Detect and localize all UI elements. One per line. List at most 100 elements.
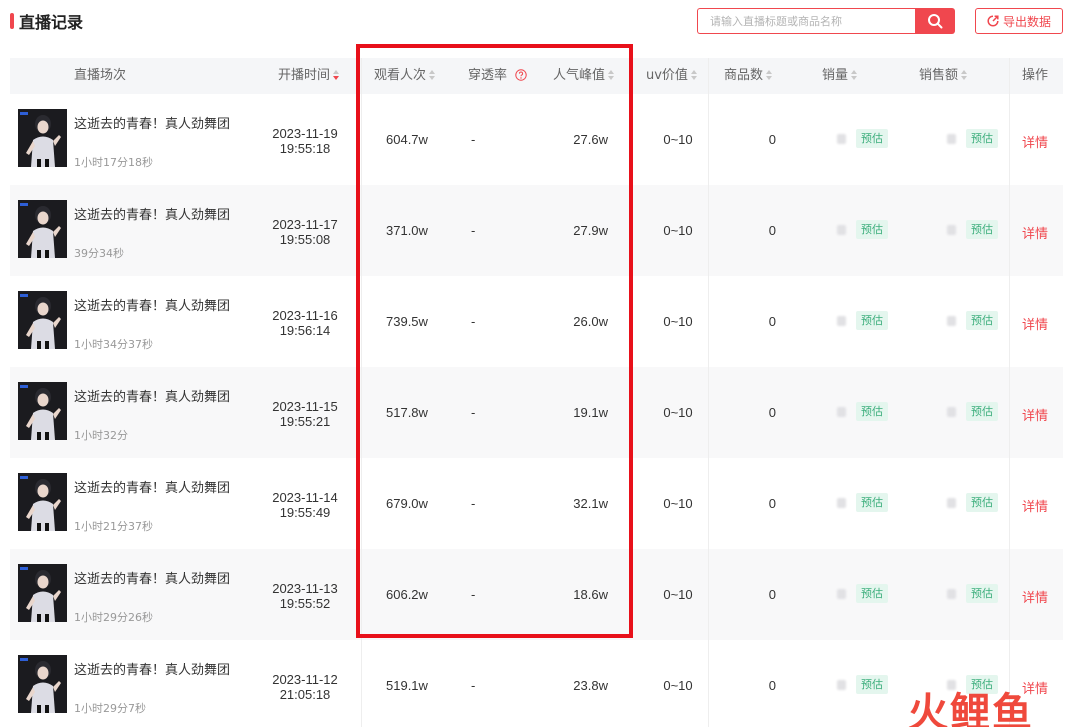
estimate-tag: 预估 — [966, 311, 998, 330]
views-value: 739.5w — [386, 314, 428, 329]
product-count: 0 — [768, 314, 776, 329]
stream-title[interactable]: 这逝去的青春！真人劲舞团 — [74, 295, 230, 314]
header-revenue[interactable]: 销售额 — [919, 58, 968, 94]
stream-thumbnail[interactable] — [18, 382, 67, 440]
start-date: 2023-11-16 — [272, 308, 338, 323]
table-header: 直播场次 开播时间 观看人次 穿透率 人气峰值 uv价值 商品数 销量 销售额 … — [10, 58, 1063, 94]
estimate-tag: 预估 — [966, 220, 998, 239]
stream-duration: 1小时32分 — [74, 429, 128, 442]
sort-icon — [333, 69, 340, 80]
estimate-tag: 预估 — [966, 493, 998, 512]
blurred-value — [947, 224, 956, 235]
stream-duration: 39分34秒 — [74, 247, 124, 260]
estimate-tag: 预估 — [966, 129, 998, 148]
search-button[interactable] — [915, 8, 955, 34]
blurred-value — [837, 497, 846, 508]
detail-link[interactable]: 详情 — [1022, 132, 1048, 151]
header-uv[interactable]: uv价值 — [646, 58, 698, 94]
header-start-time[interactable]: 开播时间 — [278, 58, 340, 94]
estimate-tag: 预估 — [966, 402, 998, 421]
stream-thumbnail[interactable] — [18, 109, 67, 167]
start-date: 2023-11-12 — [272, 672, 338, 687]
stream-title[interactable]: 这逝去的青春！真人劲舞团 — [74, 386, 230, 405]
search-icon — [928, 14, 943, 29]
sort-icon — [690, 69, 698, 80]
export-icon — [987, 15, 999, 27]
estimate-tag: 预估 — [966, 584, 998, 603]
performer-figure — [18, 291, 67, 349]
performer-figure — [18, 200, 67, 258]
start-clock: 19:55:18 — [279, 141, 331, 156]
stream-duration: 1小时21分37秒 — [74, 520, 153, 533]
stream-thumbnail[interactable] — [18, 564, 67, 622]
estimate-tag: 预估 — [856, 220, 888, 239]
detail-link[interactable]: 详情 — [1022, 223, 1048, 242]
detail-link[interactable]: 详情 — [1022, 587, 1048, 606]
start-clock: 19:55:21 — [279, 414, 331, 429]
search-box — [697, 8, 955, 34]
product-count: 0 — [768, 496, 776, 511]
detail-link[interactable]: 详情 — [1022, 496, 1048, 515]
product-count: 0 — [768, 405, 776, 420]
blurred-value — [837, 588, 846, 599]
detail-link[interactable]: 详情 — [1022, 405, 1048, 424]
sort-icon — [608, 69, 615, 80]
blurred-value — [947, 315, 956, 326]
table-row: 这逝去的青春！真人劲舞团 1小时29分7秒 2023-11-12 21:05:18 51… — [10, 640, 1063, 727]
peak-value: 23.8w — [573, 678, 608, 693]
watermark-logo: 火鲤鱼 — [908, 690, 1034, 727]
views-value: 604.7w — [386, 132, 428, 147]
stream-thumbnail[interactable] — [18, 291, 67, 349]
sales-cell: 预估 — [837, 402, 888, 421]
stream-title[interactable]: 这逝去的青春！真人劲舞团 — [74, 204, 230, 223]
stream-thumbnail[interactable] — [18, 473, 67, 531]
sales-cell: 预估 — [837, 220, 888, 239]
sort-icon — [851, 69, 858, 80]
estimate-tag: 预估 — [856, 311, 888, 330]
header-peak[interactable]: 人气峰值 — [553, 58, 615, 94]
stream-title[interactable]: 这逝去的青春！真人劲舞团 — [74, 568, 230, 587]
start-date: 2023-11-14 — [272, 490, 338, 505]
help-icon[interactable] — [515, 68, 527, 81]
blurred-value — [837, 224, 846, 235]
stream-title[interactable]: 这逝去的青春！真人劲舞团 — [74, 659, 230, 678]
blurred-value — [947, 406, 956, 417]
estimate-tag: 预估 — [856, 129, 888, 148]
start-time: 2023-11-19 19:55:18 — [250, 126, 360, 156]
start-clock: 21:05:18 — [279, 687, 331, 702]
stream-thumbnail[interactable] — [18, 200, 67, 258]
sales-cell: 预估 — [837, 675, 888, 694]
start-time: 2023-11-13 19:55:52 — [250, 581, 360, 611]
revenue-cell: 预估 — [947, 129, 998, 148]
stream-thumbnail[interactable] — [18, 655, 67, 713]
sales-cell: 预估 — [837, 493, 888, 512]
sales-cell: 预估 — [837, 311, 888, 330]
header-views[interactable]: 观看人次 — [374, 58, 436, 94]
table-row: 这逝去的青春！真人劲舞团 1小时29分26秒 2023-11-13 19:55:52 6… — [10, 549, 1063, 640]
blurred-value — [947, 133, 956, 144]
views-value: 606.2w — [386, 587, 428, 602]
performer-figure — [18, 382, 67, 440]
stream-title[interactable]: 这逝去的青春！真人劲舞团 — [74, 477, 230, 496]
stream-title[interactable]: 这逝去的青春！真人劲舞团 — [74, 113, 230, 132]
start-date: 2023-11-17 — [272, 217, 338, 232]
product-count: 0 — [768, 223, 776, 238]
performer-figure — [18, 564, 67, 622]
header-sales[interactable]: 销量 — [822, 58, 858, 94]
header-actions: 操作 — [1022, 68, 1049, 83]
revenue-cell: 预估 — [947, 493, 998, 512]
search-input[interactable] — [697, 8, 915, 34]
peak-value: 27.9w — [573, 223, 608, 238]
start-time: 2023-11-16 19:56:14 — [250, 308, 360, 338]
header-products[interactable]: 商品数 — [724, 58, 773, 94]
views-value: 519.1w — [386, 678, 428, 693]
stream-duration: 1小时29分26秒 — [74, 611, 153, 624]
sort-icon — [429, 69, 436, 80]
uv-value: 0~10 — [663, 132, 693, 147]
peak-value: 27.6w — [573, 132, 608, 147]
export-data-button[interactable]: 导出数据 — [975, 8, 1063, 34]
estimate-tag: 预估 — [856, 584, 888, 603]
detail-link[interactable]: 详情 — [1022, 314, 1048, 333]
uv-value: 0~10 — [663, 678, 693, 693]
performer-figure — [18, 109, 67, 167]
